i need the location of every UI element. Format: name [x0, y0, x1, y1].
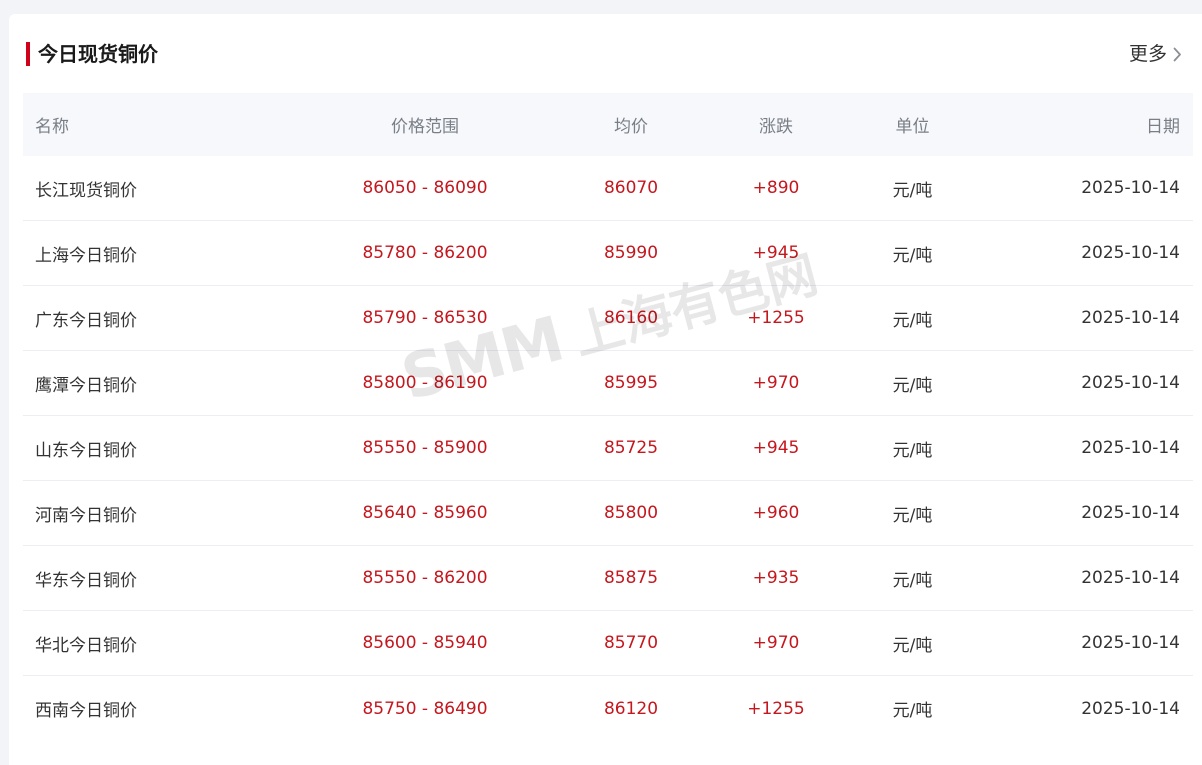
row-avg: 85725 — [603, 438, 659, 458]
row-avg: 85800 — [603, 503, 659, 523]
row-date: 2025-10-14 — [1081, 698, 1180, 719]
row-change: +960 — [752, 503, 800, 523]
row-change: +1255 — [747, 308, 805, 328]
row-change: +945 — [752, 243, 800, 263]
row-unit: 元/吨 — [892, 505, 933, 526]
row-range: 86050 - 86090 — [362, 178, 488, 198]
row-name[interactable]: 河南今日铜价 — [23, 501, 305, 526]
row-avg: 86070 — [603, 178, 659, 198]
row-name[interactable]: 华北今日铜价 — [23, 631, 305, 656]
row-date: 2025-10-14 — [1081, 568, 1180, 588]
row-range: 85750 - 86490 — [362, 698, 488, 719]
table-row[interactable]: 鹰潭今日铜价 85800 - 86190 85995 +970 元/吨 2025… — [23, 351, 1193, 416]
row-date: 2025-10-14 — [1081, 243, 1180, 263]
row-range: 85600 - 85940 — [362, 633, 488, 653]
row-unit: 元/吨 — [892, 375, 933, 396]
more-label: 更多 — [1128, 43, 1167, 65]
row-range: 85550 - 86200 — [362, 568, 488, 588]
row-unit: 元/吨 — [892, 310, 933, 331]
row-change: +945 — [752, 438, 800, 458]
table-row[interactable]: 西南今日铜价 85750 - 86490 86120 +1255 元/吨 202… — [23, 676, 1193, 741]
row-range: 85790 - 86530 — [362, 308, 488, 328]
row-unit: 元/吨 — [892, 570, 933, 591]
row-change: +970 — [752, 373, 800, 393]
row-date: 2025-10-14 — [1081, 178, 1180, 198]
price-table: 名称 价格范围 均价 涨跌 单位 日期 长江现货铜价 86050 - 86090… — [23, 93, 1193, 741]
column-header-date: 日期 — [1146, 117, 1180, 137]
row-date: 2025-10-14 — [1081, 373, 1180, 393]
row-name[interactable]: 鹰潭今日铜价 — [23, 371, 305, 396]
more-link[interactable]: 更多 — [1129, 40, 1182, 68]
column-header-range: 价格范围 — [391, 117, 459, 137]
row-date: 2025-10-14 — [1081, 438, 1180, 458]
table-row[interactable]: 华北今日铜价 85600 - 85940 85770 +970 元/吨 2025… — [23, 611, 1193, 676]
card-title: 今日现货铜价 — [38, 42, 158, 66]
row-name[interactable]: 西南今日铜价 — [23, 696, 305, 721]
table-header-row: 名称 价格范围 均价 涨跌 单位 日期 — [23, 93, 1193, 156]
row-avg: 86160 — [603, 308, 659, 328]
row-avg: 86120 — [603, 698, 659, 719]
column-header-avg: 均价 — [614, 117, 648, 137]
row-date: 2025-10-14 — [1081, 503, 1180, 523]
row-unit: 元/吨 — [892, 635, 933, 656]
row-range: 85800 - 86190 — [362, 373, 488, 393]
row-range: 85780 - 86200 — [362, 243, 488, 263]
row-change: +1255 — [747, 698, 805, 719]
table-row[interactable]: 上海今日铜价 85780 - 86200 85990 +945 元/吨 2025… — [23, 221, 1193, 286]
column-header-unit: 单位 — [895, 117, 930, 137]
column-header-change: 涨跌 — [759, 117, 793, 137]
row-name[interactable]: 长江现货铜价 — [23, 176, 305, 201]
row-name[interactable]: 上海今日铜价 — [23, 241, 305, 266]
copper-price-card: 今日现货铜价 更多 名称 价格范围 均价 涨跌 单位 日期 长江现货铜价 860… — [9, 14, 1202, 765]
chevron-right-icon — [1173, 47, 1181, 61]
table-row[interactable]: 河南今日铜价 85640 - 85960 85800 +960 元/吨 2025… — [23, 481, 1193, 546]
row-unit: 元/吨 — [892, 245, 933, 266]
table-row[interactable]: 广东今日铜价 85790 - 86530 86160 +1255 元/吨 202… — [23, 286, 1193, 351]
row-range: 85550 - 85900 — [362, 438, 488, 458]
row-date: 2025-10-14 — [1081, 308, 1180, 328]
row-name[interactable]: 华东今日铜价 — [23, 566, 305, 591]
table-row[interactable]: 山东今日铜价 85550 - 85900 85725 +945 元/吨 2025… — [23, 416, 1193, 481]
row-date: 2025-10-14 — [1081, 633, 1180, 653]
table-row[interactable]: 长江现货铜价 86050 - 86090 86070 +890 元/吨 2025… — [23, 156, 1193, 221]
row-avg: 85770 — [603, 633, 659, 653]
row-change: +970 — [752, 633, 800, 653]
title-accent-bar — [26, 42, 30, 66]
row-unit: 元/吨 — [892, 440, 933, 461]
row-range: 85640 - 85960 — [362, 503, 488, 523]
row-name[interactable]: 广东今日铜价 — [23, 306, 305, 331]
table-row[interactable]: 华东今日铜价 85550 - 86200 85875 +935 元/吨 2025… — [23, 546, 1193, 611]
row-unit: 元/吨 — [892, 701, 933, 721]
column-header-name: 名称 — [35, 117, 69, 137]
row-change: +890 — [752, 178, 800, 198]
row-avg: 85995 — [603, 373, 659, 393]
row-unit: 元/吨 — [892, 180, 933, 201]
row-avg: 85875 — [603, 568, 659, 588]
card-header: 今日现货铜价 更多 — [9, 14, 1202, 94]
row-avg: 85990 — [603, 243, 659, 263]
row-name[interactable]: 山东今日铜价 — [23, 436, 305, 461]
row-change: +935 — [752, 568, 800, 588]
